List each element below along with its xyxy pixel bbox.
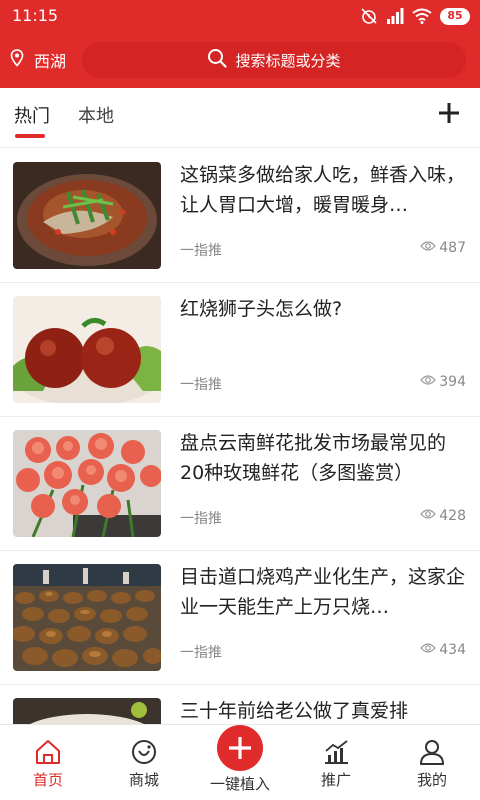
food-plate-photo — [13, 698, 161, 724]
eye-icon — [420, 508, 437, 524]
shop-icon — [129, 737, 159, 767]
view-count-value: 487 — [439, 240, 466, 256]
status-icons: 85 — [360, 7, 470, 25]
status-bar: 11:15 85 — [0, 0, 480, 32]
search-bar[interactable]: 搜索标题或分类 — [82, 42, 466, 78]
braised-meatballs-photo — [13, 296, 161, 403]
wifi-icon — [412, 8, 432, 24]
article-feed: 这锅菜多做给家人吃，鲜香入味，让人胃口大增，暖胃暖身… 一指推 487 红烧狮子… — [0, 149, 480, 724]
location-label: 西湖 — [34, 52, 67, 71]
article-title: 目击道口烧鸡产业化生产，这家企业一天能生产上万只烧… — [180, 566, 465, 618]
signal-icon — [386, 8, 404, 24]
location-selector[interactable]: 西湖 — [10, 48, 66, 72]
pink-roses-photo — [13, 430, 161, 537]
view-count: 394 — [420, 374, 466, 390]
battery-indicator: 85 — [440, 7, 470, 25]
feed-item[interactable]: 盘点云南鲜花批发市场最常见的20种玫瑰鲜花（多图鉴赏） 一指推 428 — [0, 417, 480, 551]
location-search-bar: 西湖 搜索标题或分类 — [0, 38, 480, 82]
view-count: 434 — [420, 642, 466, 658]
eye-icon — [420, 240, 437, 256]
chart-icon — [321, 737, 351, 767]
bottom-navigation: 首页 商城 一键植入 推广 我的 — [0, 724, 480, 800]
home-icon — [33, 737, 63, 767]
category-tabs: 热门 本地 — [0, 88, 480, 148]
feed-item[interactable]: 红烧狮子头怎么做? 一指推 394 — [0, 283, 480, 417]
nav-profile-label: 我的 — [416, 771, 447, 789]
eye-icon — [420, 642, 437, 658]
article-title: 红烧狮子头怎么做? — [180, 298, 343, 320]
user-icon — [417, 737, 447, 767]
article-source: 一指推 — [180, 377, 222, 393]
nav-home[interactable]: 首页 — [0, 733, 96, 795]
nav-promote-label: 推广 — [320, 771, 351, 789]
nav-home-label: 首页 — [32, 771, 63, 789]
article-title: 这锅菜多做给家人吃，鲜香入味，让人胃口大增，暖胃暖身… — [180, 164, 465, 216]
app-header: 11:15 85 西湖 搜索标题或分类 — [0, 0, 480, 88]
tab-hot[interactable]: 热门 — [14, 102, 50, 128]
location-pin-icon — [10, 49, 24, 71]
nav-shop[interactable]: 商城 — [96, 733, 192, 795]
status-time: 11:15 — [12, 6, 59, 25]
view-count: 428 — [420, 508, 466, 524]
nav-promote[interactable]: 推广 — [288, 733, 384, 795]
view-count-value: 394 — [439, 374, 466, 390]
nav-quick-insert-label: 一键植入 — [209, 775, 270, 793]
view-count-value: 428 — [439, 508, 466, 524]
view-count: 487 — [420, 240, 466, 256]
feed-item[interactable]: 这锅菜多做给家人吃，鲜香入味，让人胃口大增，暖胃暖身… 一指推 487 — [0, 149, 480, 283]
alarm-off-icon — [360, 7, 378, 25]
plus-icon[interactable] — [217, 725, 263, 771]
tab-local[interactable]: 本地 — [78, 102, 114, 128]
eye-icon — [420, 374, 437, 390]
nav-quick-insert[interactable]: 一键植入 — [192, 725, 288, 795]
article-source: 一指推 — [180, 511, 222, 527]
nav-shop-label: 商城 — [128, 771, 159, 789]
search-placeholder: 搜索标题或分类 — [235, 51, 341, 70]
active-tab-indicator — [15, 134, 45, 138]
view-count-value: 434 — [439, 642, 466, 658]
fish-stew-photo — [13, 162, 161, 269]
feed-item[interactable]: 三十年前给老公做了真爱排 — [0, 685, 480, 724]
nav-profile[interactable]: 我的 — [384, 733, 480, 795]
article-source: 一指推 — [180, 243, 222, 259]
article-source: 一指推 — [180, 645, 222, 661]
article-title: 盘点云南鲜花批发市场最常见的20种玫瑰鲜花（多图鉴赏） — [180, 432, 447, 484]
feed-item[interactable]: 目击道口烧鸡产业化生产，这家企业一天能生产上万只烧… 一指推 434 — [0, 551, 480, 685]
add-category-icon[interactable] — [434, 98, 464, 128]
roast-chicken-factory-photo — [13, 564, 161, 671]
search-icon — [207, 48, 228, 72]
article-title: 三十年前给老公做了真爱排 — [180, 700, 409, 722]
